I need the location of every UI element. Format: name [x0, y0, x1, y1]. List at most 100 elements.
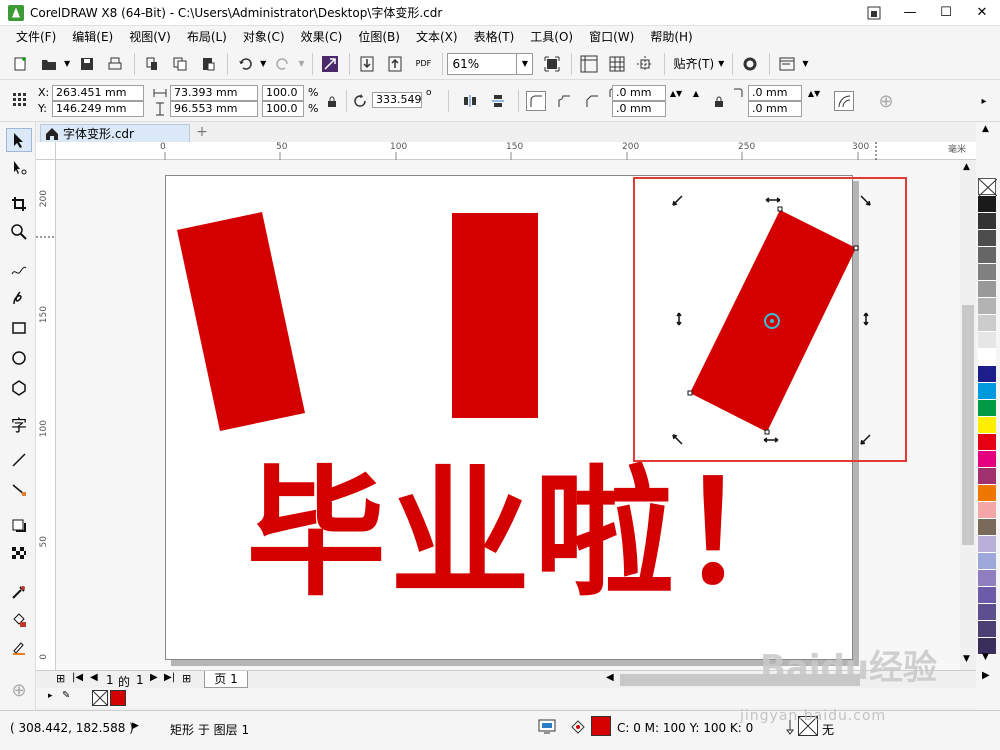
redo-icon[interactable]	[270, 51, 296, 77]
palette-swatch[interactable]	[978, 383, 996, 400]
palette-swatch[interactable]	[978, 196, 996, 213]
zoom-level-select[interactable]: 61% ▼	[447, 52, 534, 75]
corner-spin-up-icon[interactable]: ▲▼	[666, 83, 686, 103]
slogan-text[interactable]: 毕业啦！	[246, 460, 822, 610]
open-folder-icon[interactable]	[36, 51, 62, 77]
corner-radius-br-field[interactable]: .0 mm	[748, 101, 802, 117]
menu-object[interactable]: 对象(C)	[235, 26, 293, 48]
palette-swatch[interactable]	[978, 485, 996, 502]
x-position-field[interactable]: 263.451 mm	[52, 85, 144, 101]
smart-fill-tool-icon[interactable]	[6, 636, 32, 660]
minimize-button[interactable]: —	[892, 0, 928, 26]
chamfer-corner-icon[interactable]	[582, 91, 602, 111]
palette-scroll-down-icon[interactable]: ▼	[982, 652, 989, 662]
eyedropper-icon[interactable]: ✎	[62, 690, 70, 701]
search-content-icon[interactable]	[317, 51, 343, 77]
zoom-dropdown-icon[interactable]: ▼	[516, 53, 532, 74]
scale-x-field[interactable]: 100.0	[262, 85, 304, 101]
export-icon[interactable]	[382, 51, 408, 77]
scroll-down-icon[interactable]: ▼	[963, 654, 970, 664]
fill-color-swatch[interactable]	[591, 716, 611, 736]
launcher-dropdown-icon[interactable]: ▼	[802, 59, 808, 68]
transparency-tool-icon[interactable]	[6, 542, 32, 566]
corner-radius-tr-field[interactable]: .0 mm	[748, 85, 802, 101]
palette-swatch[interactable]	[978, 298, 996, 315]
undo-icon[interactable]	[232, 51, 258, 77]
menu-text[interactable]: 文本(X)	[408, 26, 466, 48]
paste-icon[interactable]	[195, 51, 221, 77]
palette-swatch[interactable]	[978, 332, 996, 349]
color-proofing-icon[interactable]	[538, 719, 556, 738]
tilted-rectangle-left[interactable]	[177, 212, 305, 431]
palette-scroll-up-icon[interactable]: ▲	[982, 124, 989, 134]
new-tab-icon[interactable]: +	[194, 125, 210, 141]
vertical-scrollbar[interactable]: ▲ ▼	[960, 160, 976, 670]
add-page-after-icon[interactable]: ⊞	[182, 672, 191, 685]
snap-to-button[interactable]: 贴齐(T)	[673, 55, 714, 72]
prev-page-icon[interactable]: ◀	[90, 672, 98, 683]
palette-swatch[interactable]	[978, 604, 996, 621]
palette-swatch[interactable]	[978, 587, 996, 604]
add-page-before-icon[interactable]: ⊞	[56, 672, 65, 685]
height-field[interactable]: 96.553 mm	[170, 101, 258, 117]
scale-y-field[interactable]: 100.0	[262, 101, 304, 117]
palette-swatch[interactable]	[978, 536, 996, 553]
palette-swatch[interactable]	[978, 400, 996, 417]
menu-help[interactable]: 帮助(H)	[642, 26, 700, 48]
palette-swatch[interactable]	[978, 468, 996, 485]
import-icon[interactable]	[354, 51, 380, 77]
connector-tool-icon[interactable]	[6, 478, 32, 502]
palette-swatch[interactable]	[978, 213, 996, 230]
y-position-field[interactable]: 146.249 mm	[52, 101, 144, 117]
app-status-icon[interactable]	[856, 0, 892, 26]
shape-tool-icon[interactable]	[6, 156, 32, 180]
scroll-up-icon[interactable]: ▲	[963, 162, 970, 172]
toolbar-overflow-icon[interactable]: ▸	[974, 91, 994, 111]
page-tab[interactable]: 页 1	[204, 671, 248, 688]
corner-spin-icon[interactable]: ▲▼	[804, 83, 824, 103]
menu-edit[interactable]: 编辑(E)	[64, 26, 121, 48]
next-page-icon[interactable]: ▶	[150, 672, 158, 683]
status-expand-icon[interactable]: ▶	[132, 721, 139, 731]
rectangle-tool-icon[interactable]	[6, 316, 32, 340]
palette-swatch[interactable]	[978, 230, 996, 247]
undo-dropdown-icon[interactable]: ▼	[260, 59, 266, 68]
close-button[interactable]: ✕	[964, 0, 1000, 26]
artistic-media-tool-icon[interactable]	[6, 286, 32, 310]
last-page-icon[interactable]: ▶|	[164, 672, 175, 683]
options-gear-icon[interactable]	[737, 51, 763, 77]
open-dropdown-icon[interactable]: ▼	[64, 59, 70, 68]
corner-radius-bl-field[interactable]: .0 mm	[612, 101, 666, 117]
upright-rectangle[interactable]	[452, 213, 538, 418]
scroll-left-icon[interactable]: ◀	[606, 672, 614, 683]
palette-swatch[interactable]	[978, 553, 996, 570]
ruler-origin[interactable]	[36, 142, 56, 160]
no-fill-swatch[interactable]	[92, 690, 108, 706]
cut-icon[interactable]	[139, 51, 165, 77]
menu-table[interactable]: 表格(T)	[466, 26, 523, 48]
round-corner-icon[interactable]	[526, 91, 546, 111]
menu-bitmaps[interactable]: 位图(B)	[350, 26, 408, 48]
ellipse-tool-icon[interactable]	[6, 346, 32, 370]
application-launcher-icon[interactable]	[774, 51, 800, 77]
print-icon[interactable]	[102, 51, 128, 77]
relative-corner-scaling-icon[interactable]	[834, 91, 854, 111]
corner-spin-arrow-icon[interactable]: ▲	[686, 83, 706, 103]
show-guidelines-icon[interactable]	[632, 51, 658, 77]
palette-options-icon[interactable]: ▶	[982, 670, 990, 681]
corner-radius-tl-field[interactable]: .0 mm	[612, 85, 666, 101]
drawing-workspace[interactable]: 毕业啦！	[56, 160, 960, 670]
freehand-tool-icon[interactable]	[6, 258, 32, 282]
show-grid-icon[interactable]	[604, 51, 630, 77]
parallel-dimension-tool-icon[interactable]	[6, 448, 32, 472]
lock-corners-icon[interactable]	[709, 92, 729, 112]
menu-effects[interactable]: 效果(C)	[293, 26, 351, 48]
vertical-ruler[interactable]: 200 150 100 50 0	[36, 160, 56, 670]
full-screen-icon[interactable]	[539, 51, 565, 77]
palette-swatch[interactable]	[978, 281, 996, 298]
palette-swatch[interactable]	[978, 247, 996, 264]
copy-icon[interactable]	[167, 51, 193, 77]
publish-pdf-icon[interactable]: PDF	[410, 51, 436, 77]
palette-swatch[interactable]	[978, 417, 996, 434]
palette-swatch[interactable]	[978, 570, 996, 587]
